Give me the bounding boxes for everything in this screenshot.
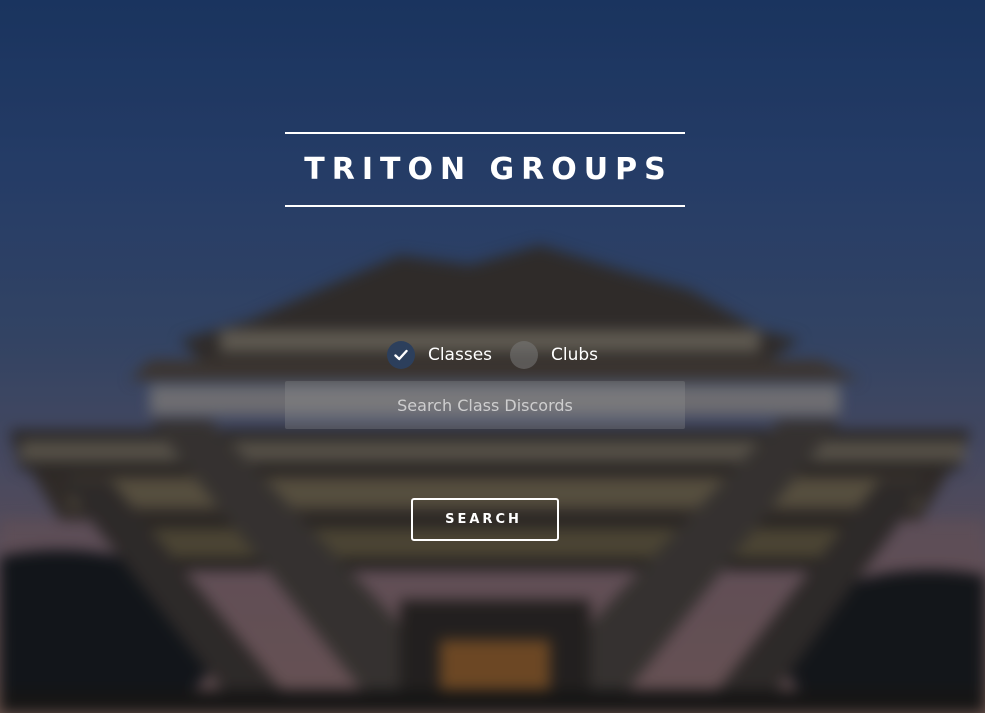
radio-label-classes: Classes bbox=[427, 345, 493, 365]
checkmark-icon bbox=[394, 349, 408, 361]
page-title: TRITON GROUPS bbox=[304, 152, 673, 187]
search-type-selector: Classes Clubs bbox=[0, 340, 985, 370]
main-content: TRITON GROUPS Classes Clubs SEARCH bbox=[0, 0, 985, 713]
title-block: TRITON GROUPS bbox=[285, 132, 685, 207]
search-input[interactable] bbox=[285, 381, 685, 429]
radio-option-classes[interactable]: Classes bbox=[386, 341, 493, 369]
radio-label-clubs: Clubs bbox=[551, 345, 599, 365]
radio-option-clubs[interactable]: Clubs bbox=[510, 341, 598, 369]
radio-classes-checked[interactable] bbox=[386, 341, 415, 369]
search-button[interactable]: SEARCH bbox=[411, 498, 559, 541]
radio-clubs-unchecked[interactable] bbox=[510, 341, 539, 369]
